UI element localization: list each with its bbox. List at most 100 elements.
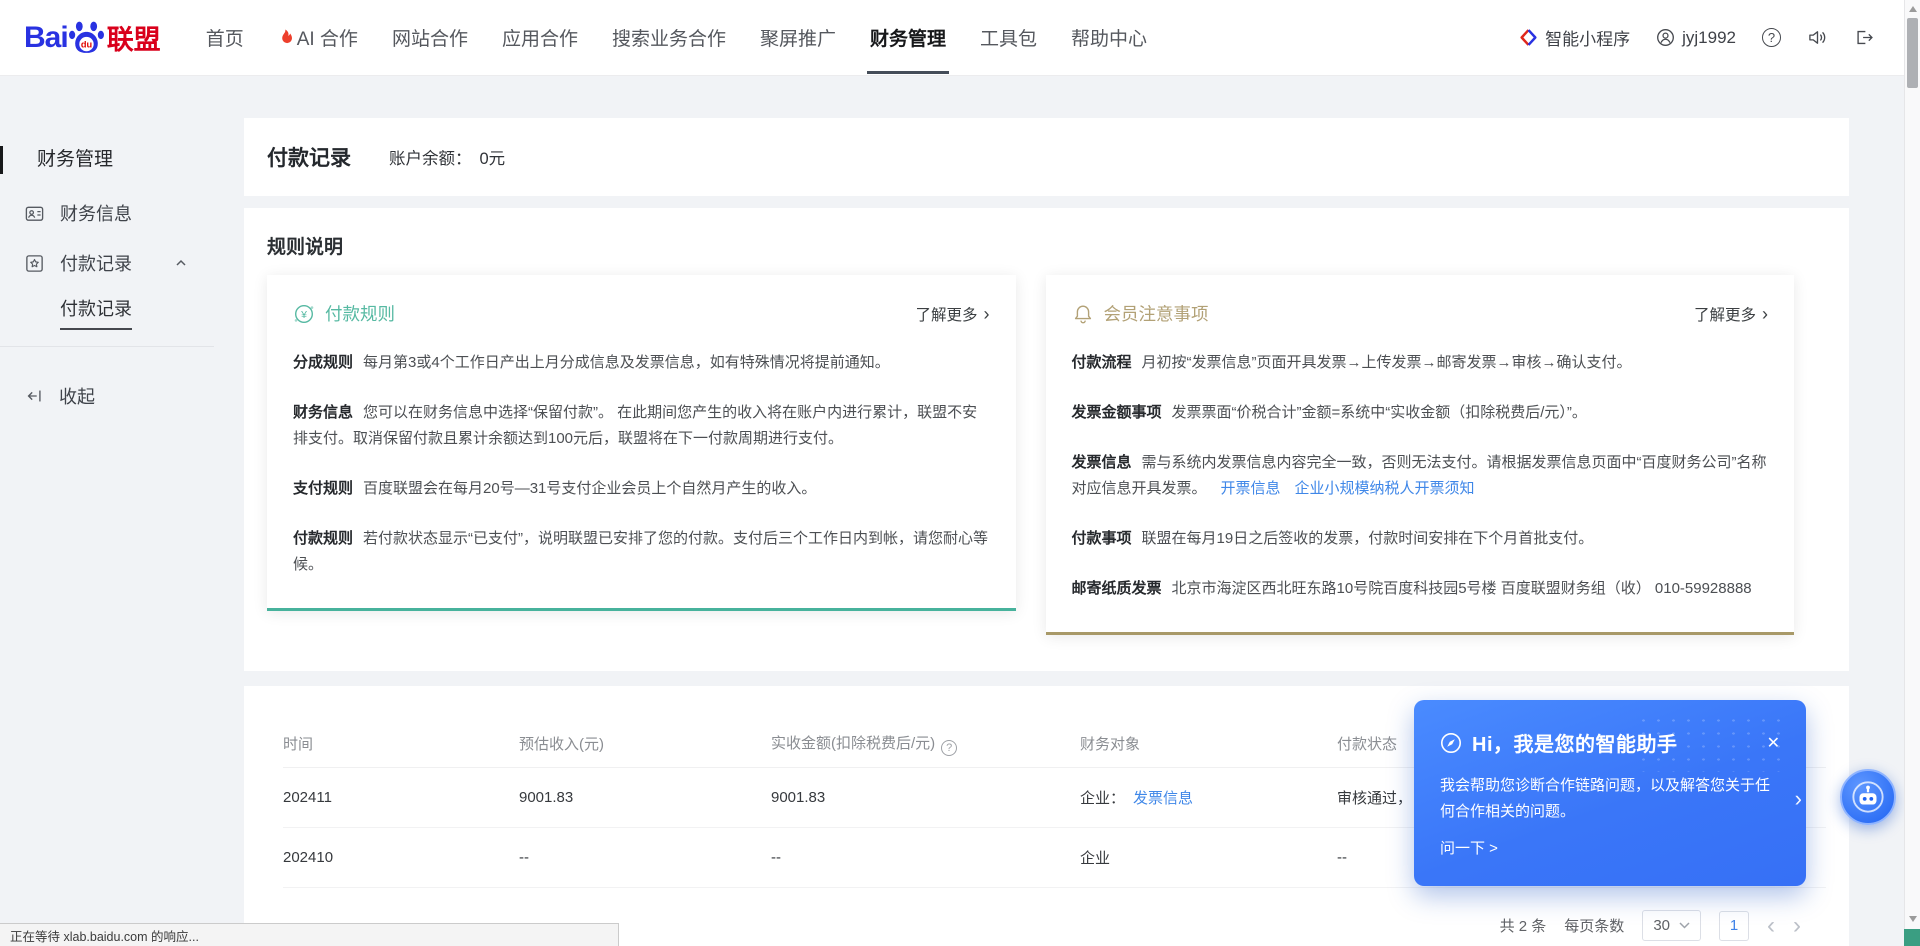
- rule-item: 财务信息您可以在财务信息中选择“保留付款”。 在此期间您产生的收入将在账户内进行…: [293, 400, 990, 452]
- rules-panel: 规则说明 ¥ 付款规则 了解更多 › 分成规则每月第3或4个工作日产出上月分成信…: [244, 208, 1849, 671]
- user-menu[interactable]: jyj1992: [1656, 28, 1736, 48]
- cell-time: 202410: [283, 849, 519, 866]
- rule-item: 发票金额事项发票票面“价税合计”金额=系统中“实收金额（扣除税费后/元）”。: [1072, 400, 1769, 426]
- col-estimated-income: 预估收入(元): [519, 733, 771, 754]
- smart-miniprogram-link[interactable]: 智能小程序: [1519, 25, 1630, 50]
- miniprogram-diamond-icon: [1519, 28, 1538, 47]
- nav-item-app-coop[interactable]: 应用合作: [485, 0, 595, 76]
- bell-icon: [1072, 303, 1094, 325]
- cell-estimated-income: --: [519, 849, 771, 866]
- popup-next-arrow-icon[interactable]: ›: [1795, 786, 1802, 812]
- sidebar-item-finance-info[interactable]: 财务信息: [0, 188, 244, 238]
- assistant-popup: Hi，我是您的智能助手 ✕ 我会帮助您诊断合作链路问题，以及解答您关于任何合作相…: [1414, 700, 1806, 886]
- nav-item-finance-management[interactable]: 财务管理: [853, 0, 963, 76]
- rule-item: 发票信息需与系统内发票信息内容完全一致，否则无法支付。请根据发票信息页面中“百度…: [1072, 450, 1769, 502]
- cell-time: 202411: [283, 789, 519, 806]
- balance-label: 账户余额：: [389, 145, 472, 169]
- balance-value: 0元: [480, 145, 506, 169]
- sidebar-item-payment-records[interactable]: 付款记录: [0, 238, 244, 288]
- cell-estimated-income: 9001.83: [519, 789, 771, 806]
- compass-icon: [1440, 732, 1462, 754]
- per-page-select[interactable]: 30: [1642, 910, 1701, 941]
- cell-finance-target: 企业: [1080, 847, 1337, 868]
- logout-icon[interactable]: [1854, 28, 1874, 47]
- assistant-popup-title: Hi，我是您的智能助手: [1472, 728, 1678, 757]
- ask-now-link[interactable]: 问一下 >: [1440, 837, 1498, 858]
- chevron-up-icon: [174, 256, 188, 270]
- rule-item: 支付规则百度联盟会在每月20号—31号支付企业会员上个自然月产生的收入。: [293, 476, 990, 502]
- assistant-fab-button[interactable]: [1840, 769, 1896, 825]
- total-count: 共 2 条: [1500, 915, 1547, 936]
- sidebar-title: 财务管理: [0, 146, 244, 174]
- col-received-amount: 实收金额(扣除税费后/元)?: [771, 732, 1080, 756]
- main-nav: 首页 AI 合作 网站合作 应用合作 搜索业务合作 聚屏推广 财务管理 工具包 …: [189, 0, 1164, 76]
- help-icon[interactable]: ?: [1762, 28, 1781, 47]
- chevron-down-icon: [1679, 922, 1690, 929]
- rule-item: 分成规则每月第3或4个工作日产出上月分成信息及发票信息，如有特殊情况将提前通知。: [293, 350, 990, 376]
- nav-item-website-coop[interactable]: 网站合作: [375, 0, 485, 76]
- scrollbar-corner: [1904, 929, 1920, 946]
- id-card-icon: [24, 203, 45, 224]
- scrollbar-down-arrow[interactable]: [1909, 916, 1917, 922]
- cell-finance-target: 企业：发票信息: [1080, 787, 1337, 808]
- per-page-label: 每页条数: [1564, 915, 1624, 936]
- logo-text-bai: Bai: [24, 21, 68, 55]
- scrollbar-up-arrow[interactable]: [1909, 6, 1917, 12]
- badge-icon: [24, 253, 45, 274]
- invoice-info-link[interactable]: 发票信息: [1133, 790, 1193, 807]
- card-title: 付款规则: [325, 301, 395, 326]
- col-time: 时间: [283, 733, 519, 754]
- payment-rules-card: ¥ 付款规则 了解更多 › 分成规则每月第3或4个工作日产出上月分成信息及发票信…: [267, 275, 1016, 611]
- vertical-scrollbar: [1904, 0, 1920, 946]
- scrollbar-thumb[interactable]: [1907, 18, 1918, 88]
- chevron-right-icon: ›: [984, 305, 990, 323]
- sidebar-divider: [0, 346, 214, 347]
- rule-item: 付款流程月初按“发票信息”页面开具发票→上传发票→邮寄发票→审核→确认支付。: [1072, 350, 1769, 376]
- chevron-right-icon: ›: [1762, 305, 1768, 323]
- info-icon[interactable]: ?: [941, 740, 957, 756]
- baidu-paw-icon: du: [68, 20, 105, 55]
- nav-item-help-center[interactable]: 帮助中心: [1054, 0, 1164, 76]
- page-title: 付款记录: [267, 142, 351, 172]
- nav-item-search-coop[interactable]: 搜索业务合作: [595, 0, 743, 76]
- rule-item: 付款事项联盟在每月19日之后签收的发票，付款时间安排在下个月首批支付。: [1072, 526, 1769, 552]
- sound-icon[interactable]: [1807, 28, 1828, 47]
- nav-item-toolkit[interactable]: 工具包: [963, 0, 1054, 76]
- user-icon: [1656, 28, 1675, 47]
- navbar-right: 智能小程序 jyj1992 ?: [1519, 25, 1874, 50]
- nav-item-screen-promo[interactable]: 聚屏推广: [743, 0, 853, 76]
- invoice-info-link[interactable]: 开票信息: [1221, 480, 1281, 497]
- rule-item: 邮寄纸质发票北京市海淀区西北旺东路10号院百度科技园5号楼 百度联盟财务组（收）…: [1072, 576, 1769, 602]
- close-icon[interactable]: ✕: [1767, 733, 1780, 753]
- baidu-union-logo[interactable]: Bai du 联盟: [24, 18, 161, 57]
- page-header-panel: 付款记录 账户余额： 0元: [244, 118, 1849, 196]
- coin-icon: ¥: [293, 303, 315, 325]
- robot-icon: [1851, 780, 1885, 814]
- sidebar: 财务管理 财务信息 付款记录 付款记录 收起: [0, 76, 244, 421]
- svg-text:du: du: [81, 40, 93, 50]
- sidebar-collapse-button[interactable]: 收起: [0, 371, 244, 421]
- assistant-popup-body: 我会帮助您诊断合作链路问题，以及解答您关于任何合作相关的问题。: [1440, 773, 1776, 825]
- nav-item-ai-coop[interactable]: AI 合作: [261, 0, 375, 76]
- page-number-button[interactable]: 1: [1719, 911, 1749, 941]
- svg-text:¥: ¥: [300, 309, 307, 321]
- rules-section-title: 规则说明: [267, 232, 1849, 259]
- next-page-icon[interactable]: ›: [1793, 914, 1801, 938]
- cell-received-amount: --: [771, 849, 1080, 866]
- small-taxpayer-guide-link[interactable]: 企业小规模纳税人开票须知: [1295, 480, 1475, 497]
- top-navbar: Bai du 联盟 首页 AI 合作 网站合作 应用合作 搜索业务合作 聚屏推广…: [0, 0, 1920, 76]
- card-title: 会员注意事项: [1104, 301, 1209, 326]
- browser-status-bar: 正在等待 xlab.baidu.com 的响应...: [0, 923, 619, 946]
- menu-fold-icon: [24, 386, 44, 406]
- nav-item-home[interactable]: 首页: [189, 0, 261, 76]
- logo-text-union: 联盟: [107, 18, 161, 57]
- cell-received-amount: 9001.83: [771, 789, 1080, 806]
- learn-more-link[interactable]: 了解更多 ›: [1694, 303, 1768, 325]
- sidebar-subitem-payment-records[interactable]: 付款记录: [0, 288, 244, 336]
- flame-icon: [278, 29, 293, 46]
- rule-item: 付款规则若付款状态显示“已支付”，说明联盟已安排了您的付款。支付后三个工作日内到…: [293, 526, 990, 578]
- prev-page-icon[interactable]: ‹: [1767, 914, 1775, 938]
- col-finance-target: 财务对象: [1080, 733, 1337, 754]
- member-notes-card: 会员注意事项 了解更多 › 付款流程月初按“发票信息”页面开具发票→上传发票→邮…: [1046, 275, 1795, 635]
- learn-more-link[interactable]: 了解更多 ›: [915, 303, 989, 325]
